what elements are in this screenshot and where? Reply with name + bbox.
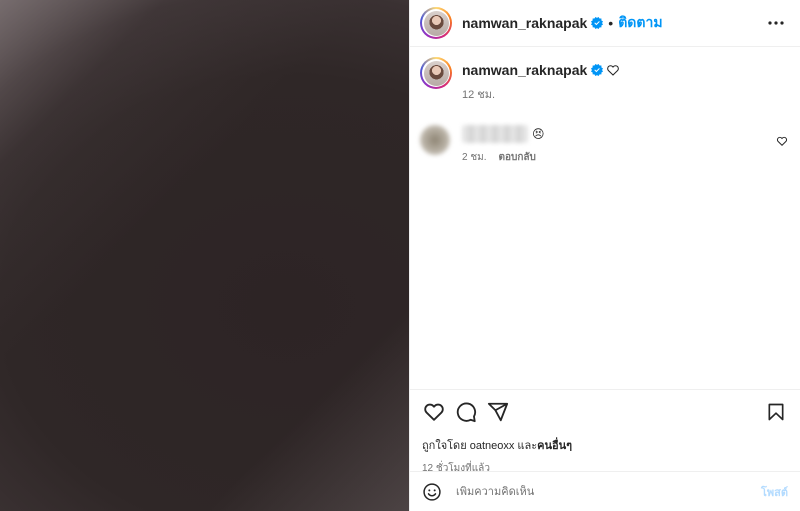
caption-timestamp: 12 ชม.: [462, 89, 496, 101]
save-button[interactable]: [764, 400, 788, 424]
caption-row: namwan_raknapak 12 ชม.: [420, 57, 788, 103]
comment-icon: [456, 402, 477, 423]
commenter-name-blurred[interactable]: [462, 125, 528, 143]
emoji-smile-icon[interactable]: [422, 482, 442, 502]
post-comment-button[interactable]: โพสต์: [761, 483, 788, 501]
likes-conjunction: และ: [517, 440, 538, 452]
bookmark-icon: [768, 403, 784, 421]
more-options-button[interactable]: [764, 11, 788, 35]
commenter-avatar-blurred[interactable]: [420, 125, 450, 155]
author-avatar[interactable]: [420, 7, 452, 39]
comment-text: 😣: [532, 126, 545, 141]
reply-button[interactable]: ตอบกลับ: [499, 150, 536, 165]
post-media[interactable]: [0, 0, 409, 511]
comment-timestamp: 2 ชม.: [462, 152, 487, 163]
add-comment-bar: โพสต์: [410, 471, 800, 511]
caption-avatar-image: [423, 60, 449, 86]
author-avatar-image: [423, 10, 449, 36]
post-header: namwan_raknapak • ติดตาม: [410, 0, 800, 47]
comment-like-heart-icon[interactable]: [776, 135, 788, 147]
share-button[interactable]: [486, 400, 510, 424]
like-button[interactable]: [422, 400, 446, 424]
likes-summary[interactable]: ถูกใจโดย oatneoxx และคนอื่นๆ: [422, 436, 788, 454]
caption-author-avatar[interactable]: [420, 57, 452, 89]
more-horizontal-icon: [768, 21, 784, 25]
post-actions: ถูกใจโดย oatneoxx และคนอื่นๆ 12 ชั่วโมงท…: [410, 389, 800, 474]
separator-dot: •: [608, 15, 614, 31]
author-username[interactable]: namwan_raknapak: [462, 15, 587, 31]
post-side-panel: namwan_raknapak • ติดตาม namwan_raknapak…: [409, 0, 800, 511]
comment-button[interactable]: [454, 400, 478, 424]
comments-section: namwan_raknapak 12 ชม. 😣 2 ชม. ตอบกลับ: [410, 47, 800, 389]
likes-prefix: ถูกใจโดย: [422, 440, 467, 452]
likes-others[interactable]: คนอื่นๆ: [537, 440, 572, 452]
caption-username[interactable]: namwan_raknapak: [462, 62, 587, 78]
comment-item: 😣 2 ชม. ตอบกลับ: [420, 125, 788, 165]
post-dialog: namwan_raknapak • ติดตาม namwan_raknapak…: [0, 0, 800, 511]
comment-input[interactable]: [454, 484, 753, 499]
follow-button[interactable]: ติดตาม: [618, 12, 662, 34]
heart-icon: [424, 403, 444, 421]
heart-outline-icon: [607, 65, 620, 76]
verified-badge-icon: [591, 17, 604, 29]
likes-user[interactable]: oatneoxx: [470, 440, 515, 452]
share-icon: [487, 402, 509, 422]
verified-badge-icon: [591, 64, 604, 76]
